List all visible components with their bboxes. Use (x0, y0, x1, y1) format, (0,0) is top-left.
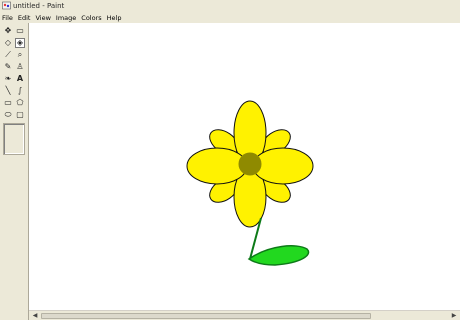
pencil-icon[interactable]: ✎ (3, 62, 13, 72)
line-icon[interactable]: ╲ (3, 86, 13, 96)
fill-with-color-icon[interactable]: ◈ (15, 38, 25, 48)
ellipse-icon[interactable]: ⬭ (3, 110, 13, 120)
tool-options-box[interactable] (3, 123, 25, 155)
polygon-icon[interactable]: ⬠ (15, 98, 25, 108)
rounded-rectangle-icon[interactable]: ▢ (15, 110, 25, 120)
menu-bar: File Edit View Image Colors Help (0, 12, 460, 23)
menu-colors[interactable]: Colors (81, 13, 101, 23)
brush-icon[interactable]: ♙ (15, 62, 25, 72)
text-icon[interactable]: A (15, 74, 25, 84)
drawing-canvas[interactable] (29, 23, 460, 310)
magnifier-icon[interactable]: ⌕ (15, 50, 25, 60)
scroll-right-arrow-icon[interactable]: ▶ (450, 312, 458, 320)
canvas-drawing (186, 100, 314, 266)
menu-edit[interactable]: Edit (18, 13, 31, 23)
airbrush-icon[interactable]: ❧ (3, 74, 13, 84)
title-bar: untitled - Paint (0, 0, 460, 12)
select-icon[interactable]: ▭ (15, 26, 25, 36)
scroll-left-arrow-icon[interactable]: ◀ (31, 312, 39, 320)
petal-left (186, 147, 248, 185)
pick-color-icon[interactable]: ⟋ (3, 50, 13, 60)
menu-view[interactable]: View (35, 13, 50, 23)
flower-center (238, 152, 262, 176)
petal-right (252, 147, 314, 185)
curve-icon[interactable]: ∫ (15, 86, 25, 96)
menu-file[interactable]: File (2, 13, 13, 23)
free-form-select-icon[interactable]: ✥ (3, 26, 13, 36)
paint-app-icon (2, 1, 11, 10)
rectangle-icon[interactable]: ▭ (3, 98, 13, 108)
tool-box: ✥ ▭ ◇ ◈ ⟋ ⌕ ✎ ♙ ❧ A ╲ ∫ ▭ ⬠ ⬭ ▢ (0, 23, 29, 320)
horizontal-scrollbar[interactable]: ◀ ▶ (29, 310, 460, 320)
eraser-icon[interactable]: ◇ (3, 38, 13, 48)
window-title: untitled - Paint (13, 2, 65, 10)
menu-help[interactable]: Help (107, 13, 122, 23)
flower-leaf (247, 245, 310, 266)
menu-image[interactable]: Image (56, 13, 76, 23)
scrollbar-thumb[interactable] (41, 313, 371, 319)
